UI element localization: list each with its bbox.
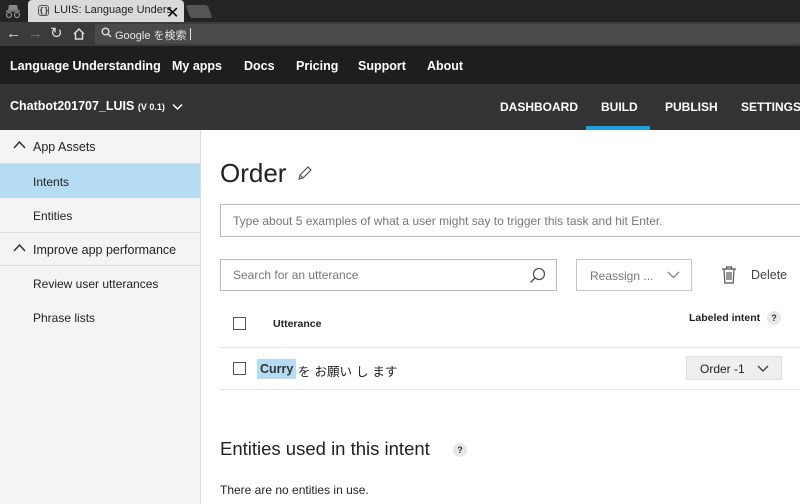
trash-icon[interactable] — [721, 266, 737, 284]
sidebar-item-review-utterances[interactable]: Review user utterances — [0, 266, 200, 300]
reassign-label: Reassign ... — [590, 269, 654, 283]
sidebar-item-label: Review user utterances — [33, 277, 159, 291]
app-name: Chatbot201707_LUIS — [10, 99, 135, 113]
pencil-icon[interactable] — [297, 165, 313, 181]
nav-docs[interactable]: Docs — [244, 59, 275, 73]
main-content: Order Reassign ... Delete Utterance Labe… — [201, 130, 800, 504]
nav-support[interactable]: Support — [358, 59, 406, 73]
intent-dropdown-value: Order -1 — [700, 362, 745, 376]
page-title: Order — [220, 158, 287, 188]
sidebar-item-label: Phrase lists — [33, 311, 96, 325]
tab-build[interactable]: BUILD — [601, 100, 638, 114]
reassign-dropdown[interactable]: Reassign ... — [576, 259, 692, 291]
search-input[interactable] — [221, 260, 521, 290]
entities-heading: Entities used in this intent — [220, 438, 430, 459]
help-icon[interactable]: ? — [767, 311, 781, 325]
utterance-text: を お願い し ます — [298, 364, 398, 379]
chevron-down-icon — [172, 103, 183, 110]
chevron-down-icon — [667, 271, 680, 279]
column-header-labeled-intent: Labeled intent — [689, 312, 761, 324]
close-icon[interactable]: ✕ — [166, 3, 179, 23]
back-arrow-icon[interactable]: ← — [6, 25, 21, 42]
luis-favicon: {} — [38, 5, 49, 16]
reload-icon[interactable]: ↻ — [50, 25, 63, 42]
sidebar-section-app-assets[interactable]: App Assets — [0, 130, 200, 164]
chevron-down-icon — [757, 365, 769, 372]
forward-arrow-icon[interactable]: → — [28, 25, 43, 42]
search-icon — [101, 27, 112, 38]
nav-about[interactable]: About — [427, 59, 463, 73]
search-icon[interactable] — [529, 267, 546, 284]
browser-toolbar: ← → ↻ Google を検索 — [0, 22, 800, 46]
entity-label-chip[interactable]: Curry — [257, 359, 297, 379]
sidebar: App Assets Intents Entities Improve app … — [0, 130, 201, 504]
help-icon[interactable]: ? — [453, 443, 467, 457]
delete-button[interactable]: Delete — [751, 268, 787, 282]
browser-tab-strip: {} LUIS: Language Understa ✕ — [0, 0, 800, 22]
utterance-search-box — [220, 259, 557, 291]
address-bar-text: Google を検索 — [115, 30, 187, 42]
sidebar-section-label: Improve app performance — [33, 243, 177, 257]
top-navigation: Language Understanding My apps Docs Pric… — [0, 46, 800, 84]
sidebar-item-phrase-lists[interactable]: Phrase lists — [0, 300, 200, 334]
app-bar: Chatbot201707_LUIS (V 0.1) DASHBOARD BUI… — [0, 84, 800, 130]
app-version: (V 0.1) — [137, 102, 165, 112]
nav-my-apps[interactable]: My apps — [172, 59, 222, 73]
sidebar-item-label: Entities — [33, 209, 73, 223]
incognito-icon — [5, 5, 21, 19]
divider — [220, 347, 800, 348]
sidebar-item-intents[interactable]: Intents — [0, 164, 200, 198]
row-checkbox[interactable] — [233, 362, 246, 375]
sidebar-section-improve[interactable]: Improve app performance — [0, 232, 200, 266]
sidebar-item-label: Intents — [33, 175, 70, 189]
browser-tab[interactable]: {} LUIS: Language Understa — [28, 0, 184, 22]
tab-dashboard[interactable]: DASHBOARD — [500, 100, 578, 114]
address-bar[interactable]: Google を検索 — [95, 24, 800, 44]
divider — [220, 389, 800, 390]
nav-pricing[interactable]: Pricing — [296, 59, 338, 73]
tab-publish[interactable]: PUBLISH — [665, 100, 718, 114]
tab-settings[interactable]: SETTINGS — [741, 100, 800, 114]
select-all-checkbox[interactable] — [233, 317, 246, 330]
example-utterance-input[interactable] — [220, 204, 800, 237]
app-selector[interactable]: Chatbot201707_LUIS (V 0.1) — [10, 99, 183, 113]
sidebar-section-label: App Assets — [33, 140, 96, 154]
nav-language-understanding[interactable]: Language Understanding — [10, 59, 161, 73]
column-header-utterance: Utterance — [273, 318, 322, 330]
intent-dropdown[interactable]: Order -1 — [686, 356, 782, 380]
browser-tab-title: LUIS: Language Understa — [54, 4, 172, 16]
chevron-up-icon — [13, 243, 26, 252]
chevron-up-icon — [13, 140, 26, 149]
text-caret — [190, 28, 191, 40]
sidebar-item-entities[interactable]: Entities — [0, 198, 200, 232]
home-icon[interactable] — [72, 27, 86, 41]
no-entities-message: There are no entities in use. — [220, 483, 369, 497]
new-tab-button[interactable] — [185, 5, 213, 18]
